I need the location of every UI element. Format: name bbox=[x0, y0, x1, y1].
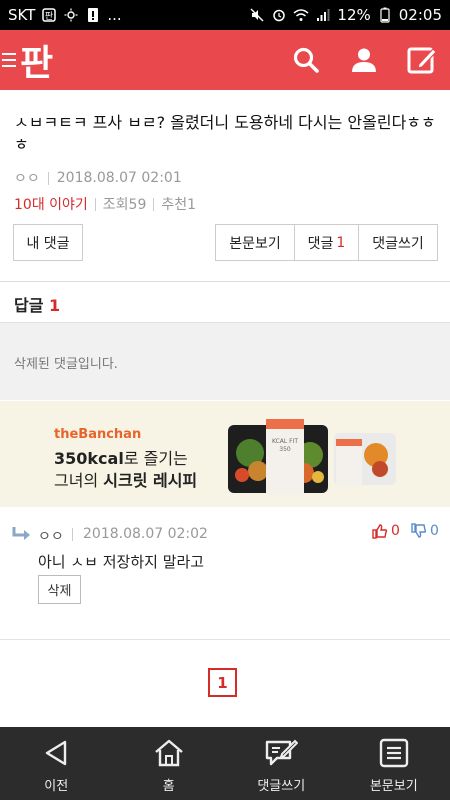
ad-banner[interactable]: theBanchan 350kcal로 즐기는 그녀의 시크릿 레시피 KCAL… bbox=[0, 401, 450, 507]
wifi-icon bbox=[293, 7, 309, 23]
ad-line1-rest: 로 즐기는 bbox=[123, 449, 188, 468]
reply-arrow-icon bbox=[12, 527, 30, 540]
deleted-comment-text: 삭제된 댓글입니다. bbox=[14, 357, 118, 372]
alarm-icon bbox=[271, 7, 287, 23]
svg-text:판: 판 bbox=[45, 11, 53, 22]
delete-label: 삭제 bbox=[47, 584, 72, 599]
post-recommend: 추천1 bbox=[161, 197, 197, 213]
status-bar: SKT 판 ... 12% 02:05 bbox=[0, 0, 450, 30]
notification-icon: 판 bbox=[41, 7, 57, 23]
battery-percent: 12% bbox=[337, 6, 371, 24]
replies-label: 답글 bbox=[14, 296, 44, 315]
divider bbox=[153, 197, 155, 211]
post-author: ㅇㅇ bbox=[14, 171, 40, 187]
menu-icon[interactable] bbox=[0, 48, 18, 72]
comment-text: 아니 ㅅㅂ 저장하지 말라고 bbox=[38, 553, 205, 571]
divider bbox=[47, 171, 49, 185]
home-icon bbox=[152, 737, 186, 769]
nav-back-label: 이전 bbox=[44, 779, 69, 794]
pack-kcal: 350 bbox=[279, 446, 291, 453]
nav-view-post-button[interactable]: 본문보기 bbox=[338, 727, 450, 800]
comments-button[interactable]: 댓글 1 bbox=[294, 224, 359, 261]
ad-line2: 그녀의 시크릿 레시피 bbox=[54, 467, 197, 491]
comment-actions: 내 댓글 본문보기 댓글 1 댓글쓰기 bbox=[0, 224, 450, 262]
battery-icon bbox=[377, 7, 393, 23]
downvote-count: 0 bbox=[430, 523, 439, 539]
mute-icon bbox=[249, 7, 265, 23]
document-icon bbox=[377, 737, 411, 769]
brightness-icon bbox=[63, 7, 79, 23]
post-meta: ㅇㅇ 2018.08.07 02:01 bbox=[14, 168, 436, 188]
comment-item: ㅇㅇ 2018.08.07 02:02 0 0 아니 ㅅㅂ 저장하지 말라고 삭… bbox=[0, 508, 450, 640]
page-number-label: 1 bbox=[217, 673, 228, 692]
ad-kcal: 350kcal bbox=[54, 449, 124, 468]
deleted-comment: 삭제된 댓글입니다. bbox=[0, 322, 450, 400]
meal-box-image: KCAL FIT 350 bbox=[228, 419, 396, 495]
thumbs-up-icon bbox=[372, 524, 388, 539]
back-icon bbox=[39, 737, 73, 769]
page-number-current[interactable]: 1 bbox=[208, 668, 237, 697]
pack-label: KCAL FIT bbox=[272, 438, 298, 445]
post-views: 조회59 bbox=[102, 197, 147, 213]
write-comment-button[interactable]: 댓글쓰기 bbox=[358, 224, 438, 261]
downvote-button[interactable]: 0 bbox=[411, 523, 439, 539]
upvote-count: 0 bbox=[391, 523, 400, 539]
thumbs-down-icon bbox=[411, 523, 427, 538]
comments-label: 댓글 bbox=[307, 235, 334, 252]
post-category[interactable]: 10대 이야기 bbox=[14, 194, 88, 214]
view-post-label: 본문보기 bbox=[229, 235, 281, 252]
upvote-button[interactable]: 0 bbox=[372, 523, 400, 539]
nav-home-button[interactable]: 홈 bbox=[113, 727, 226, 800]
ad-recipe: 시크릿 레시피 bbox=[103, 471, 198, 490]
comments-count: 1 bbox=[336, 234, 346, 251]
divider bbox=[72, 528, 73, 541]
replies-count: 1 bbox=[49, 296, 61, 315]
bottom-nav: 이전 홈 댓글쓰기 본문보기 bbox=[0, 727, 450, 800]
my-comments-label: 내 댓글 bbox=[26, 235, 70, 252]
my-comments-button[interactable]: 내 댓글 bbox=[13, 224, 83, 261]
comment-author: ㅇㅇ bbox=[38, 529, 64, 545]
nav-view-post-label: 본문보기 bbox=[369, 779, 418, 794]
comment-date: 2018.08.07 02:02 bbox=[83, 526, 208, 542]
post-date: 2018.08.07 02:01 bbox=[56, 170, 182, 186]
logo[interactable]: 판 bbox=[20, 34, 53, 86]
nav-write-comment-label: 댓글쓰기 bbox=[257, 779, 306, 794]
post-title: ㅅㅂㅋㅌㅋ 프사 ㅂㄹ? 올렸더니 도용하네 다시는 안올린다ㅎㅎㅎ bbox=[14, 113, 436, 154]
replies-heading: 답글 1 bbox=[14, 292, 60, 316]
nav-home-label: 홈 bbox=[162, 779, 175, 794]
post-header: ㅅㅂㅋㅌㅋ 프사 ㅂㄹ? 올렸더니 도용하네 다시는 안올린다ㅎㅎㅎ ㅇㅇ 20… bbox=[0, 90, 450, 214]
app-bar: 판 bbox=[0, 30, 450, 90]
nav-write-comment-button[interactable]: 댓글쓰기 bbox=[225, 727, 338, 800]
search-icon[interactable] bbox=[290, 44, 322, 76]
alert-icon bbox=[85, 7, 101, 23]
user-icon[interactable] bbox=[348, 44, 380, 76]
post-stats: 10대 이야기 조회59 추천1 bbox=[14, 194, 436, 214]
nav-back-button[interactable]: 이전 bbox=[0, 727, 113, 800]
write-icon[interactable] bbox=[406, 44, 438, 76]
ad-line2-pre: 그녀의 bbox=[54, 471, 104, 490]
delete-button[interactable]: 삭제 bbox=[38, 575, 81, 604]
ad-brand: theBanchan bbox=[54, 427, 142, 442]
carrier-label: SKT bbox=[8, 6, 36, 24]
ad-line1: 350kcal로 즐기는 bbox=[54, 445, 188, 469]
divider bbox=[0, 281, 450, 282]
comment-write-icon bbox=[264, 737, 299, 769]
write-comment-label: 댓글쓰기 bbox=[372, 235, 424, 252]
clock: 02:05 bbox=[398, 6, 442, 24]
more-indicator: ... bbox=[107, 6, 122, 24]
divider bbox=[94, 197, 96, 211]
signal-icon bbox=[315, 7, 331, 23]
view-post-button[interactable]: 본문보기 bbox=[215, 224, 295, 261]
